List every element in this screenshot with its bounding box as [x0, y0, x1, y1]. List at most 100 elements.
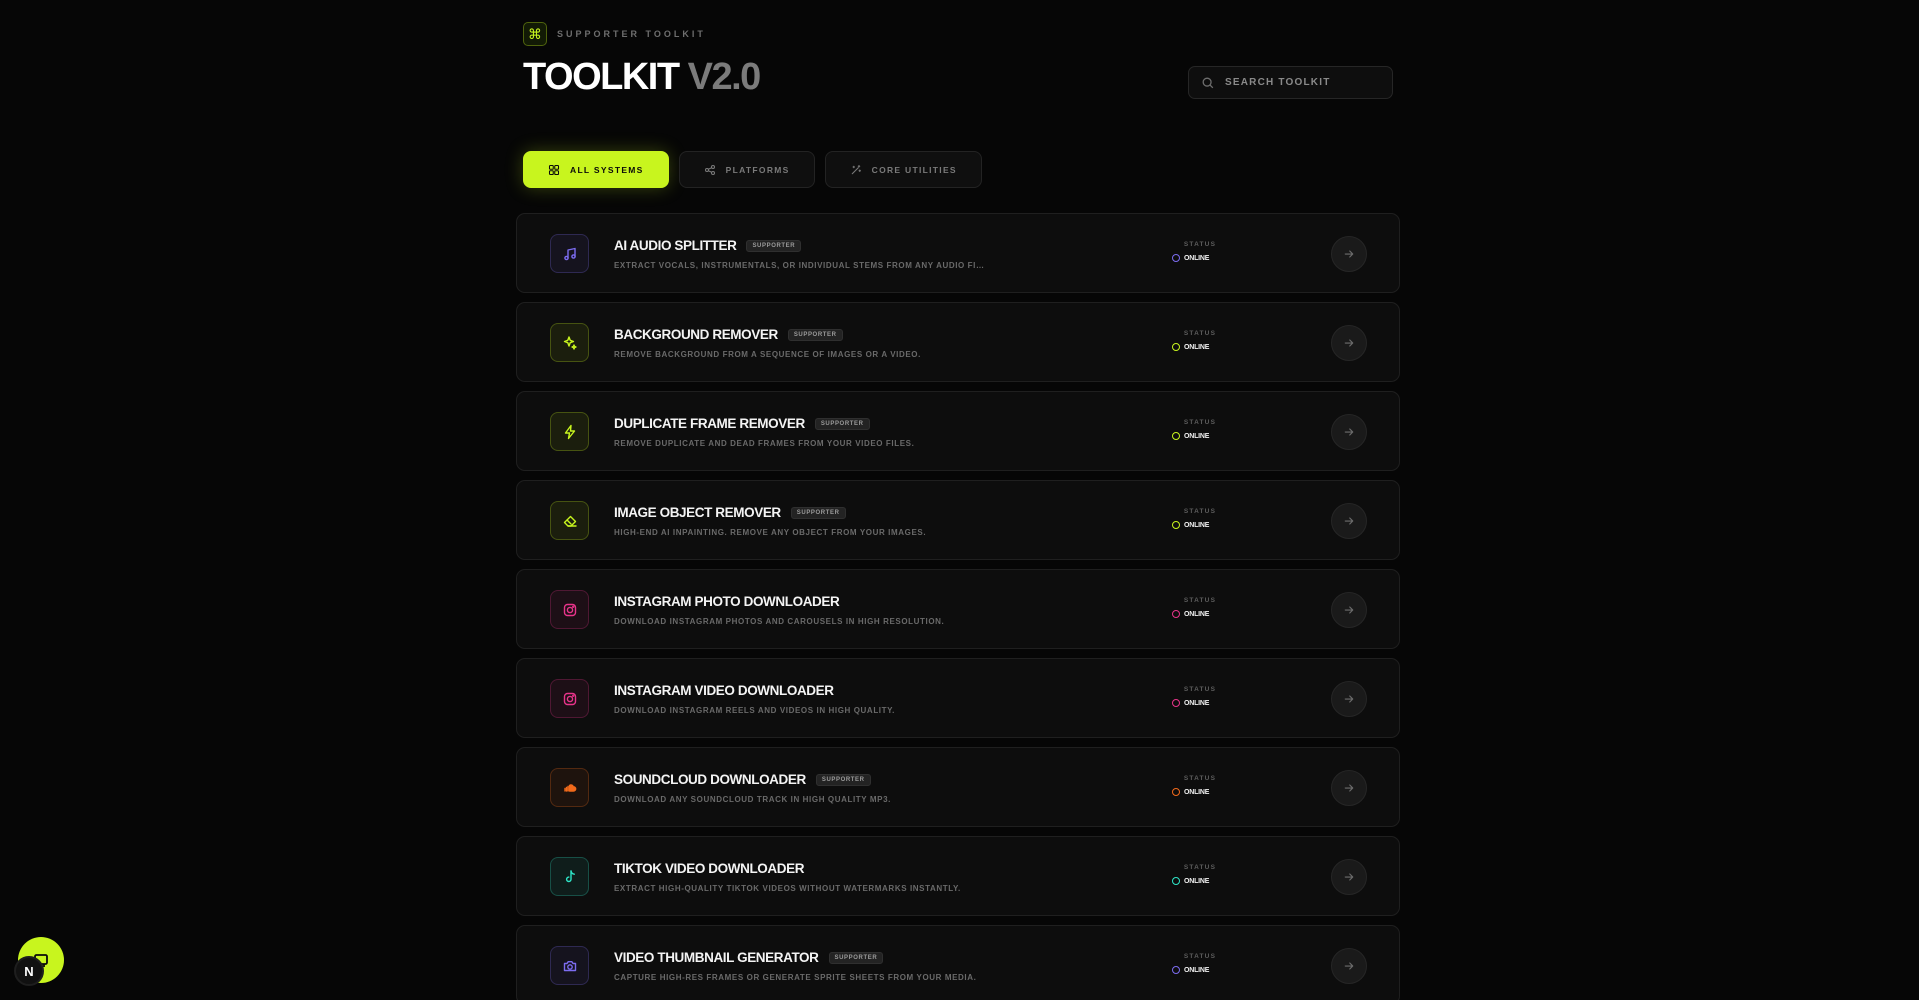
status-value: ONLINE [1184, 788, 1210, 796]
tool-title-row: INSTAGRAM VIDEO DOWNLOADER [614, 683, 834, 698]
arrow-right-icon [1344, 250, 1354, 258]
eraser-icon [563, 515, 577, 527]
tool-icon-box [550, 590, 589, 629]
open-tool-button[interactable] [1331, 859, 1367, 895]
tool-name: INSTAGRAM VIDEO DOWNLOADER [614, 683, 834, 698]
tool-title-row: IMAGE OBJECT REMOVER SUPPORTER [614, 505, 846, 520]
open-tool-button[interactable] [1331, 770, 1367, 806]
soundcloud-icon [563, 783, 576, 792]
filter-tab-all-systems[interactable]: ALL SYSTEMS [523, 151, 669, 188]
status-label: STATUS [1183, 953, 1217, 960]
search-placeholder: SEARCH TOOLKIT [1225, 77, 1331, 88]
open-tool-button[interactable] [1331, 503, 1367, 539]
status-block: STATUS ONLINE [1172, 241, 1222, 262]
status-row: ONLINE [1172, 610, 1222, 618]
status-row: ONLINE [1172, 788, 1222, 796]
tool-card[interactable]: DUPLICATE FRAME REMOVER SUPPORTER REMOVE D… [516, 391, 1400, 471]
status-value: ONLINE [1184, 521, 1210, 529]
status-block: STATUS ONLINE [1172, 330, 1222, 351]
tool-title-row: AI AUDIO SPLITTER SUPPORTER [614, 238, 802, 253]
open-tool-button[interactable] [1331, 236, 1367, 272]
open-tool-button[interactable] [1331, 681, 1367, 717]
status-value: ONLINE [1184, 877, 1210, 885]
tool-card[interactable]: INSTAGRAM PHOTO DOWNLOADER DOWNLOAD INSTA… [516, 569, 1400, 649]
status-label: STATUS [1183, 864, 1217, 871]
tool-description: DOWNLOAD INSTAGRAM REELS AND VIDEOS IN H… [614, 706, 895, 715]
open-tool-button[interactable] [1331, 948, 1367, 984]
tool-card[interactable]: VIDEO THUMBNAIL GENERATOR SUPPORTER CAPTUR… [516, 925, 1400, 1000]
tool-icon-box [550, 768, 589, 807]
open-tool-button[interactable] [1331, 592, 1367, 628]
arrow-right-icon [1344, 784, 1354, 792]
status-value: ONLINE [1184, 432, 1210, 440]
open-tool-button[interactable] [1331, 414, 1367, 450]
filter-tab-label: PLATFORMS [725, 164, 790, 175]
music-note-icon [563, 247, 576, 260]
tool-description: REMOVE DUPLICATE AND DEAD FRAMES FROM YO… [614, 439, 915, 448]
status-block: STATUS ONLINE [1172, 953, 1222, 974]
arrow-right-icon [1344, 962, 1354, 970]
tool-name: TIKTOK VIDEO DOWNLOADER [614, 861, 805, 876]
status-row: ONLINE [1172, 699, 1222, 707]
brand-row: ⌘ SUPPORTER TOOLKIT [523, 22, 1393, 46]
supporter-badge: SUPPORTER [814, 417, 870, 430]
supporter-badge: SUPPORTER [787, 328, 843, 341]
tool-name: VIDEO THUMBNAIL GENERATOR [614, 950, 819, 965]
search-icon [1202, 77, 1214, 88]
open-tool-button[interactable] [1331, 325, 1367, 361]
status-block: STATUS ONLINE [1172, 686, 1222, 707]
status-dot-icon [1172, 343, 1180, 351]
status-row: ONLINE [1172, 432, 1222, 440]
tool-card[interactable]: INSTAGRAM VIDEO DOWNLOADER DOWNLOAD INSTA… [516, 658, 1400, 738]
lightning-icon [564, 424, 575, 439]
tool-name: INSTAGRAM PHOTO DOWNLOADER [614, 594, 840, 609]
tool-title-row: SOUNDCLOUD DOWNLOADER SUPPORTER [614, 772, 871, 787]
search-input[interactable]: SEARCH TOOLKIT [1188, 66, 1393, 99]
tool-description: EXTRACT HIGH-QUALITY TIKTOK VIDEOS WITHO… [614, 884, 961, 893]
tool-card[interactable]: AI AUDIO SPLITTER SUPPORTER EXTRACT VOCALS… [516, 213, 1400, 293]
arrow-right-icon [1344, 428, 1354, 436]
status-row: ONLINE [1172, 343, 1222, 351]
tool-card[interactable]: BACKGROUND REMOVER SUPPORTER REMOVE BACKGR… [516, 302, 1400, 382]
tool-name: BACKGROUND REMOVER [614, 327, 778, 342]
status-label: STATUS [1183, 330, 1217, 337]
filter-tab-platforms[interactable]: PLATFORMS [678, 151, 815, 188]
status-label: STATUS [1183, 597, 1217, 604]
wand-icon [851, 164, 861, 174]
status-value: ONLINE [1184, 254, 1210, 262]
tool-name: AI AUDIO SPLITTER [614, 238, 737, 253]
tool-card[interactable]: IMAGE OBJECT REMOVER SUPPORTER HIGH-END AI… [516, 480, 1400, 560]
tool-name: SOUNDCLOUD DOWNLOADER [614, 772, 806, 787]
arrow-right-icon [1344, 606, 1354, 614]
status-value: ONLINE [1184, 699, 1210, 707]
tool-card[interactable]: SOUNDCLOUD DOWNLOADER SUPPORTER DOWNLOAD A… [516, 747, 1400, 827]
dev-badge-letter: N [24, 963, 34, 979]
sparkles-icon [563, 335, 577, 350]
tool-card[interactable]: TIKTOK VIDEO DOWNLOADER EXTRACT HIGH-QUAL… [516, 836, 1400, 916]
dev-badge[interactable]: N [14, 956, 44, 986]
status-dot-icon [1172, 877, 1180, 885]
tool-icon-box [550, 412, 589, 451]
status-row: ONLINE [1172, 254, 1222, 262]
status-dot-icon [1172, 432, 1180, 440]
tool-description: CAPTURE HIGH-RES FRAMES OR GENERATE SPRI… [614, 973, 977, 982]
camera-icon [563, 960, 576, 971]
instagram-icon [563, 603, 576, 616]
filter-tab-core-utilities[interactable]: CORE UTILITIES [824, 151, 982, 188]
tool-description: REMOVE BACKGROUND FROM A SEQUENCE OF IMA… [614, 350, 921, 359]
status-row: ONLINE [1172, 877, 1222, 885]
tool-icon-box [550, 323, 589, 362]
tool-list: AI AUDIO SPLITTER SUPPORTER EXTRACT VOCALS… [516, 213, 1400, 1000]
status-dot-icon [1172, 521, 1180, 529]
status-block: STATUS ONLINE [1172, 508, 1222, 529]
tool-description: EXTRACT VOCALS, INSTRUMENTALS, OR INDIVI… [614, 261, 984, 270]
tool-title-row: TIKTOK VIDEO DOWNLOADER [614, 861, 804, 876]
status-label: STATUS [1183, 508, 1217, 515]
supporter-badge: SUPPORTER [828, 951, 884, 964]
status-dot-icon [1172, 610, 1180, 618]
status-dot-icon [1172, 788, 1180, 796]
status-value: ONLINE [1184, 343, 1210, 351]
status-label: STATUS [1183, 241, 1217, 248]
tool-name: DUPLICATE FRAME REMOVER [614, 416, 805, 431]
toolkit-page: ⌘ SUPPORTER TOOLKIT TOOLKIT V2.0 SEARCH … [0, 0, 1919, 1000]
